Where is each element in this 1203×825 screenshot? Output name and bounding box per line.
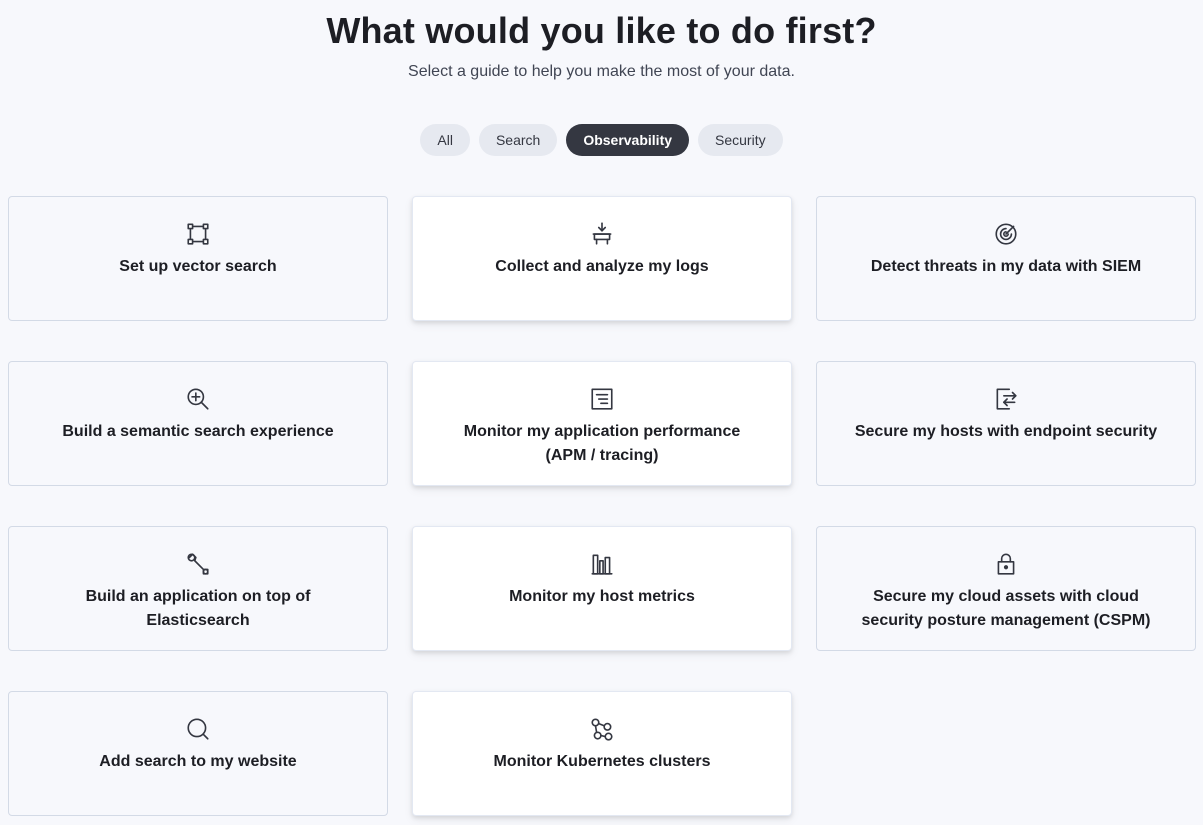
card-label: Collect and analyze my logs [495, 258, 709, 275]
filter-all[interactable]: All [420, 124, 470, 156]
filter-group: All Search Observability Security [0, 124, 1203, 156]
vector-icon [185, 221, 211, 247]
card-label: Set up vector search [119, 258, 277, 275]
wrench-icon [185, 551, 211, 577]
filter-security[interactable]: Security [698, 124, 783, 156]
card-host-metrics[interactable]: Monitor my host metrics [412, 526, 792, 651]
magnify-plus-icon [185, 386, 211, 412]
card-label: Monitor my host metrics [509, 588, 695, 605]
card-label: Add search to my website [99, 753, 297, 770]
metrics-bars-icon [589, 551, 615, 577]
radar-icon [993, 221, 1019, 247]
card-label: Detect threats in my data with SIEM [870, 258, 1142, 275]
card-cspm[interactable]: Secure my cloud assets with cloud securi… [816, 526, 1196, 651]
card-website-search[interactable]: Add search to my website [8, 691, 388, 816]
card-endpoint-security[interactable]: Secure my hosts with endpoint security [816, 361, 1196, 486]
card-semantic-search[interactable]: Build a semantic search experience [8, 361, 388, 486]
guided-onboarding-page: What would you like to do first? Select … [0, 0, 1203, 825]
card-label: Build an application on top of Elasticse… [85, 588, 311, 629]
card-label: Build a semantic search experience [62, 423, 334, 440]
card-monitor-apm[interactable]: Monitor my application performance (APM … [412, 361, 792, 486]
card-label: Secure my hosts with endpoint security [854, 423, 1158, 440]
endpoint-arrows-icon [993, 386, 1019, 412]
card-build-application[interactable]: Build an application on top of Elasticse… [8, 526, 388, 651]
filter-observability[interactable]: Observability [566, 124, 690, 156]
card-label: Monitor my application performance (APM … [463, 423, 741, 464]
cluster-nodes-icon [589, 716, 615, 742]
card-label: Secure my cloud assets with cloud securi… [861, 588, 1151, 629]
page-subtitle: Select a guide to help you make the most… [408, 63, 795, 80]
card-vector-search[interactable]: Set up vector search [8, 196, 388, 321]
logs-ingest-icon [589, 221, 615, 247]
card-label: Monitor Kubernetes clusters [493, 753, 711, 770]
filter-search[interactable]: Search [478, 124, 558, 156]
document-lines-icon [589, 386, 615, 412]
card-kubernetes[interactable]: Monitor Kubernetes clusters [412, 691, 792, 816]
card-collect-logs[interactable]: Collect and analyze my logs [412, 196, 792, 321]
card-siem[interactable]: Detect threats in my data with SIEM [816, 196, 1196, 321]
page-title: What would you like to do first? [326, 10, 877, 51]
search-icon [185, 716, 211, 742]
lock-icon [993, 551, 1019, 577]
